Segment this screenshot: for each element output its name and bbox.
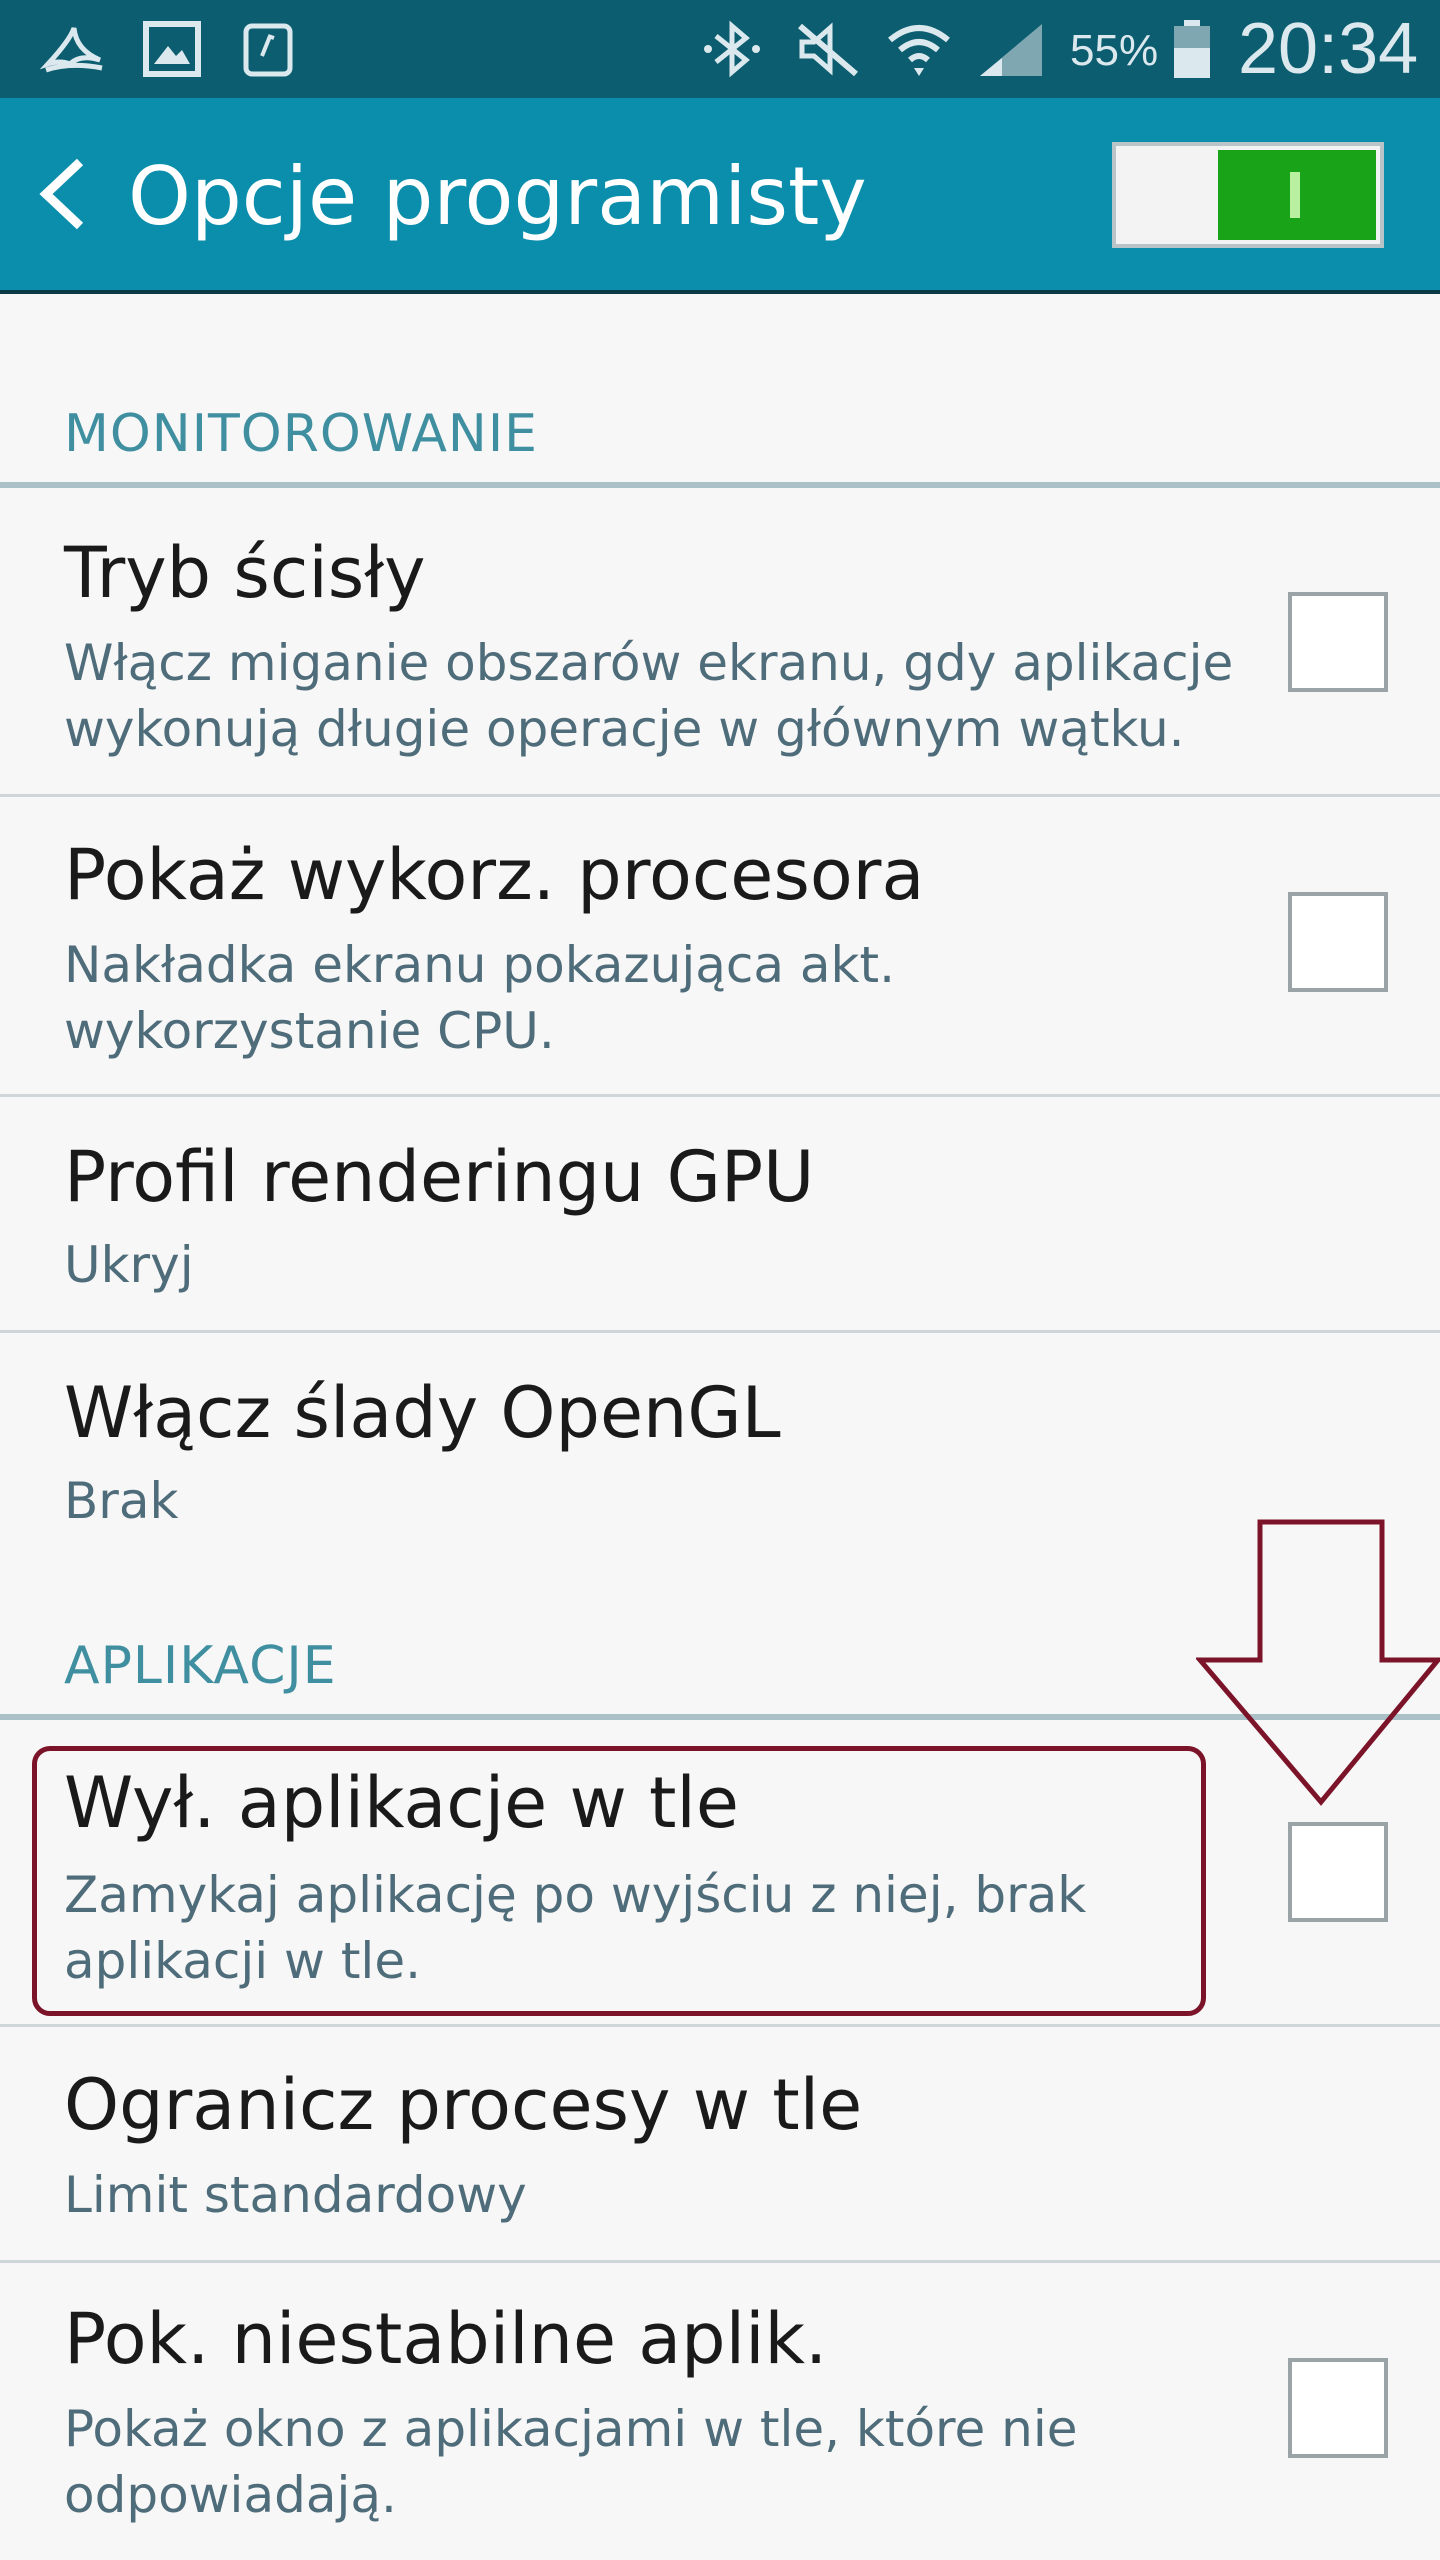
annotation-highlight-box — [32, 1746, 1206, 2016]
pref-summary: Pokaż okno z aplikacjami w tle, które ni… — [64, 2400, 1078, 2524]
show-anrs-checkbox[interactable] — [1288, 2358, 1388, 2458]
switch-on-indicator — [1290, 172, 1300, 218]
tablet-icon — [243, 23, 293, 77]
bluetooth-icon — [704, 20, 760, 78]
back-arrow-icon[interactable] — [34, 154, 94, 234]
action-bar: Opcje programisty — [0, 98, 1440, 294]
cpu-usage-checkbox[interactable] — [1288, 892, 1388, 992]
pref-title: Tryb ścisły — [64, 532, 426, 614]
pref-title: Ogranicz procesy w tle — [64, 2064, 863, 2146]
status-bar: 55% 20:34 — [0, 0, 1440, 98]
pref-title: Pokaż wykorz. procesora — [64, 834, 925, 916]
mute-icon — [798, 22, 858, 77]
item-divider — [0, 1094, 1440, 1097]
item-divider — [0, 794, 1440, 797]
strict-mode-checkbox[interactable] — [1288, 592, 1388, 692]
page-title: Opcje programisty — [128, 150, 867, 243]
pref-summary: Nakładka ekranu pokazująca akt. wykorzys… — [64, 936, 896, 1060]
section-divider — [0, 482, 1440, 488]
section-header-apps: APLIKACJE — [64, 1636, 337, 1696]
pref-title: Profil renderingu GPU — [64, 1136, 815, 1218]
clock: 20:34 — [1238, 9, 1419, 89]
signal-icon — [980, 24, 1042, 76]
annotation-arrow-icon — [1196, 1519, 1440, 1806]
battery-icon — [1174, 20, 1210, 78]
app-notification-icon — [40, 27, 103, 73]
pref-summary: Włącz miganie obszarów ekranu, gdy aplik… — [64, 634, 1234, 758]
pref-summary: Ukryj — [64, 1236, 194, 1294]
item-divider — [0, 2260, 1440, 2263]
section-header-monitoring: MONITOROWANIE — [64, 404, 539, 464]
item-divider — [0, 2024, 1440, 2027]
gallery-icon — [143, 21, 201, 77]
battery-percent: 55% — [1070, 26, 1159, 75]
switch-thumb — [1218, 150, 1376, 240]
wifi-icon — [888, 25, 950, 76]
pref-title: Włącz ślady OpenGL — [64, 1372, 781, 1454]
item-divider — [0, 1330, 1440, 1333]
developer-options-master-switch[interactable] — [1112, 142, 1384, 248]
pref-title: Pok. niestabilne aplik. — [64, 2298, 828, 2380]
pref-summary: Limit standardowy — [64, 2166, 527, 2224]
pref-summary: Brak — [64, 1472, 179, 1530]
dont-keep-activities-checkbox[interactable] — [1288, 1822, 1388, 1922]
